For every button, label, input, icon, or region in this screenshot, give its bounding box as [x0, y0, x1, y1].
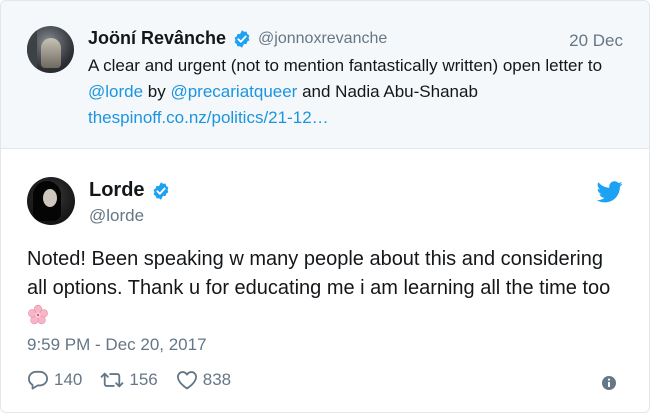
author-display-name[interactable]: Lorde: [89, 179, 145, 202]
mention-link-precariatqueer[interactable]: @precariatqueer: [170, 82, 297, 101]
article-url-link[interactable]: thespinoff.co.nz/politics/21-12…: [88, 108, 329, 127]
reply-button[interactable]: 140: [27, 370, 82, 390]
parent-text-segment: by: [143, 82, 171, 101]
author-name-row: Lorde: [89, 179, 171, 202]
like-button[interactable]: 838: [176, 370, 231, 390]
tweet-text: Noted! Been speaking w many people about…: [27, 245, 627, 332]
like-count: 838: [202, 370, 232, 389]
parent-text-segment: and Nadia Abu-Shanab: [297, 82, 478, 101]
reply-icon: [27, 370, 48, 390]
retweet-count: 156: [129, 370, 158, 389]
twitter-bird-icon[interactable]: [597, 181, 623, 203]
heart-icon: [176, 371, 197, 390]
reply-count: 140: [54, 370, 83, 389]
parent-date[interactable]: 20 Dec: [569, 31, 623, 51]
parent-tweet[interactable]: Joöní Revânche @jonnoxrevanche 20 Dec A …: [1, 1, 649, 149]
tweet-timestamp[interactable]: 9:59 PM - Dec 20, 2017: [27, 335, 207, 355]
parent-avatar[interactable]: [27, 26, 74, 73]
info-icon[interactable]: [601, 375, 617, 391]
tweet-actions: 140 156 838: [27, 370, 249, 390]
author-avatar[interactable]: [27, 177, 75, 225]
parent-header: Joöní Revânche @jonnoxrevanche: [88, 28, 387, 49]
mention-link-lorde[interactable]: @lorde: [88, 82, 143, 101]
parent-handle[interactable]: @jonnoxrevanche: [258, 30, 387, 48]
author-handle[interactable]: @lorde: [89, 206, 144, 226]
retweet-button[interactable]: 156: [100, 370, 158, 390]
cherry-blossom-emoji: [28, 304, 48, 325]
verified-badge-icon: [153, 181, 168, 200]
verified-badge-icon: [234, 29, 250, 48]
parent-tweet-text: A clear and urgent (not to mention fanta…: [88, 53, 628, 131]
retweet-icon: [101, 372, 124, 388]
tweet-text-content: Noted! Been speaking w many people about…: [27, 248, 611, 299]
embedded-tweet-card: Joöní Revânche @jonnoxrevanche 20 Dec A …: [0, 0, 650, 413]
parent-text-segment: A clear and urgent (not to mention fanta…: [88, 56, 603, 75]
parent-display-name[interactable]: Joöní Revânche: [88, 28, 226, 49]
